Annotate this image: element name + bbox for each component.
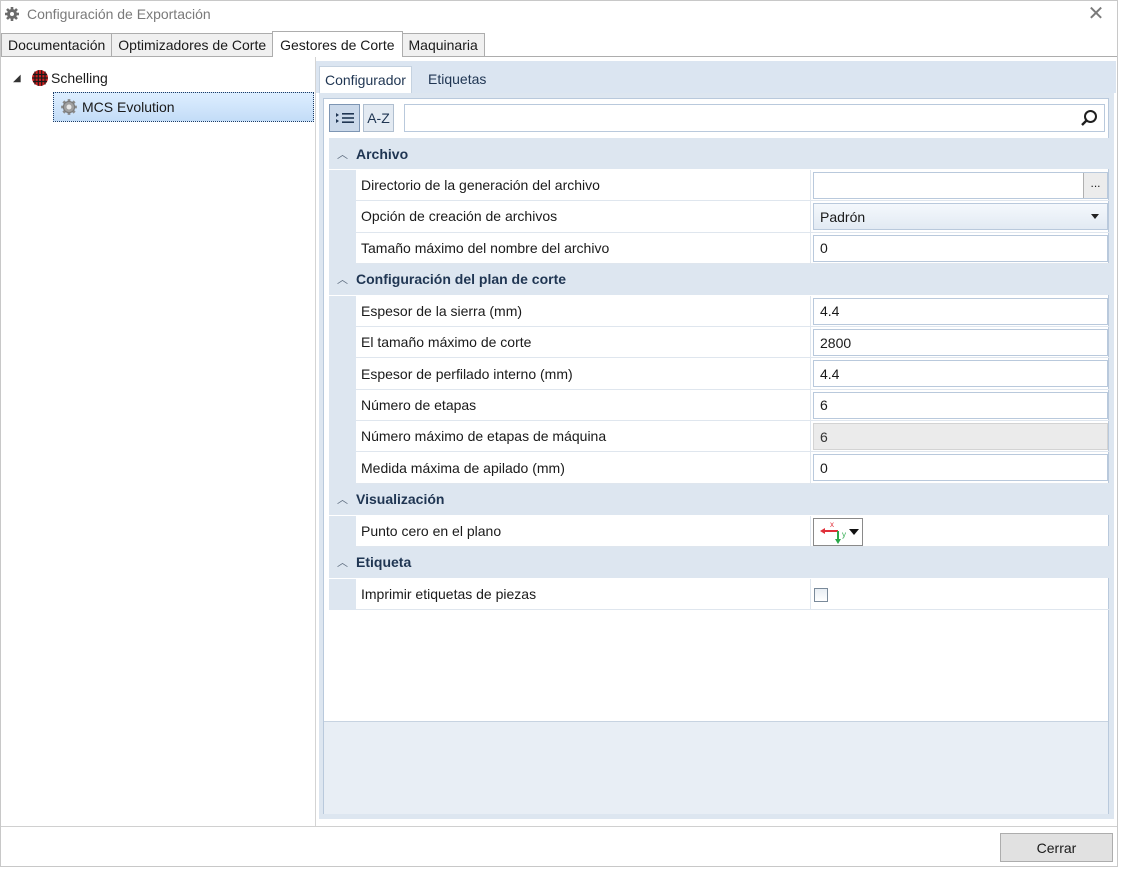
chevron-down-icon[interactable]: [1091, 214, 1099, 220]
search-field[interactable]: [404, 104, 1105, 132]
axis-x-label: x: [830, 520, 834, 529]
category-visualizacion[interactable]: ︿ Visualización: [329, 483, 1110, 515]
cut-manager-tree: ◢ Schelling MCS Evolution: [1, 57, 315, 826]
tree-node-schelling[interactable]: ◢ Schelling: [13, 68, 108, 88]
property-name: Opción de creación de archivos: [356, 201, 811, 233]
collapse-chevron-icon[interactable]: ︿: [329, 554, 356, 570]
property-row: Número máximo de etapas de máquina 6: [329, 421, 1110, 453]
close-icon[interactable]: ✕: [1085, 2, 1107, 26]
property-row: Espesor de la sierra (mm) 4.4: [329, 295, 1110, 328]
category-plan-de-corte[interactable]: ︿ Configuración del plan de corte: [329, 263, 1110, 295]
property-row: Directorio de la generación del archivo …: [329, 170, 1110, 202]
zero-point-select[interactable]: x y: [813, 517, 863, 546]
category-label: Etiqueta: [356, 554, 412, 571]
category-label: Archivo: [356, 145, 409, 162]
tab-etiquetas[interactable]: Etiquetas: [423, 66, 491, 93]
axis-origin-icon: x y: [820, 520, 846, 544]
max-stack-height-input[interactable]: 0: [813, 454, 1108, 482]
gear-icon: [5, 7, 19, 21]
max-machine-stages-readonly: 6: [813, 423, 1108, 451]
max-cut-size-input[interactable]: 2800: [813, 329, 1108, 357]
tab-optimizadores-de-corte[interactable]: Optimizadores de Corte: [111, 33, 274, 57]
property-row: Imprimir etiquetas de piezas: [329, 578, 1110, 611]
close-button[interactable]: Cerrar: [1000, 833, 1113, 862]
axis-y-label: y: [842, 530, 846, 539]
tree-node-label: Schelling: [51, 70, 108, 86]
print-labels-checkbox[interactable]: [814, 587, 828, 602]
configurador-content: A-Z ︿ Archivo Directorio de la generació…: [319, 93, 1114, 819]
stage-count-input[interactable]: 6: [813, 391, 1108, 419]
tab-maquinaria[interactable]: Maquinaria: [401, 33, 485, 57]
export-config-window: Configuración de Exportación ✕ Documenta…: [0, 0, 1118, 867]
property-name: Directorio de la generación del archivo: [356, 170, 811, 202]
property-name: Imprimir etiquetas de piezas: [356, 578, 811, 611]
select-value: Padrón: [820, 208, 866, 225]
property-name: Medida máxima de apilado (mm): [356, 452, 811, 484]
collapse-chevron-icon[interactable]: ︿: [329, 271, 356, 287]
category-label: Configuración del plan de corte: [356, 271, 567, 288]
property-name: Número de etapas: [356, 389, 811, 422]
tab-documentacion[interactable]: Documentación: [1, 33, 113, 57]
directory-field[interactable]: ...: [813, 172, 1108, 199]
property-row: Medida máxima de apilado (mm) 0: [329, 452, 1110, 484]
search-icon[interactable]: [1080, 109, 1098, 127]
categorized-view-button[interactable]: [329, 104, 360, 132]
property-name: Número máximo de etapas de máquina: [356, 421, 811, 453]
property-row: Espesor de perfilado interno (mm) 4.4: [329, 358, 1110, 390]
internal-profiling-thickness-input[interactable]: 4.4: [813, 360, 1108, 388]
property-name: El tamaño máximo de corte: [356, 327, 811, 359]
categorized-list-icon: [335, 113, 354, 123]
property-description-area: [324, 721, 1108, 814]
chevron-down-icon[interactable]: [849, 528, 859, 535]
title-bar: Configuración de Exportación ✕: [1, 1, 1117, 29]
property-name: Punto cero en el plano: [356, 515, 811, 547]
settings-panel: Configurador Etiquetas A-Z ︿ Archivo Dir…: [315, 57, 1117, 826]
tab-gestores-de-corte[interactable]: Gestores de Corte: [272, 31, 403, 57]
gear-icon: [61, 99, 77, 115]
property-name: Espesor de perfilado interno (mm): [356, 358, 811, 390]
tab-configurador[interactable]: Configurador: [319, 66, 412, 93]
property-row: Punto cero en el plano x y: [329, 515, 1110, 547]
tree-node-mcs-evolution[interactable]: MCS Evolution: [53, 92, 314, 122]
search-input[interactable]: [405, 105, 1065, 131]
top-tab-strip: Documentación Optimizadores de Corte Ges…: [1, 31, 485, 57]
window-title: Configuración de Exportación: [27, 6, 211, 22]
footer-divider: [1, 826, 1117, 827]
property-name: Espesor de la sierra (mm): [356, 295, 811, 328]
schelling-logo-icon: [32, 70, 48, 86]
saw-thickness-input[interactable]: 4.4: [813, 297, 1108, 325]
tree-node-label: MCS Evolution: [82, 99, 175, 115]
browse-button[interactable]: ...: [1083, 173, 1107, 198]
alphabetical-view-button[interactable]: A-Z: [363, 104, 394, 132]
collapse-chevron-icon[interactable]: ︿: [329, 491, 356, 507]
property-name: Tamaño máximo del nombre del archivo: [356, 232, 811, 264]
category-archivo[interactable]: ︿ Archivo: [329, 138, 1110, 169]
property-row: Opción de creación de archivos Padrón: [329, 201, 1110, 233]
property-row: Tamaño máximo del nombre del archivo 0: [329, 232, 1110, 264]
property-row: Número de etapas 6: [329, 389, 1110, 422]
category-label: Visualización: [356, 491, 445, 508]
collapse-chevron-icon[interactable]: ︿: [329, 146, 356, 162]
category-etiqueta[interactable]: ︿ Etiqueta: [329, 546, 1110, 578]
property-grid: A-Z ︿ Archivo Directorio de la generació…: [323, 98, 1110, 814]
property-list: ︿ Archivo Directorio de la generación de…: [329, 138, 1110, 611]
property-row: El tamaño máximo de corte 2800: [329, 327, 1110, 359]
property-grid-toolbar: A-Z: [329, 104, 397, 132]
file-creation-option-select[interactable]: Padrón: [813, 203, 1108, 231]
max-filename-length-input[interactable]: 0: [813, 234, 1108, 262]
expander-icon[interactable]: ◢: [13, 73, 31, 84]
